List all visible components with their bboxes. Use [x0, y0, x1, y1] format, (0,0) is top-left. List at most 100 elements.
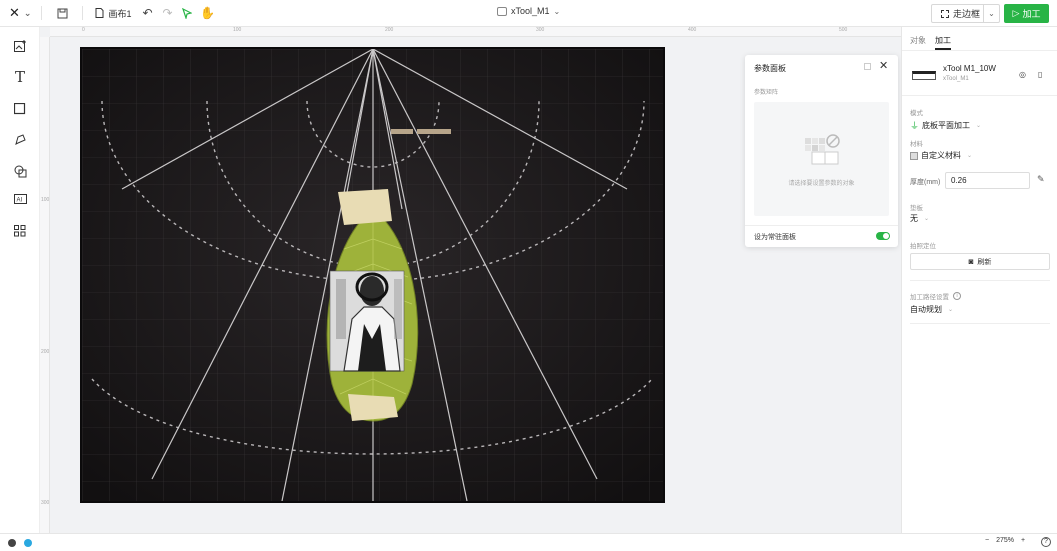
zoom-out-button[interactable]: −	[985, 537, 989, 544]
target-icon[interactable]: ◎	[1019, 70, 1028, 79]
ruler-top: 0 100 200 300 400 500	[50, 27, 901, 37]
empty-selection-icon	[805, 134, 840, 165]
mode-label: 模式	[910, 110, 923, 117]
masking-tape-top	[338, 189, 392, 225]
app-logo-menu[interactable]: ✕ ⌄	[9, 5, 31, 21]
canvas-name-tab[interactable]: 画布1	[95, 7, 131, 20]
frame-button[interactable]: 走边框	[932, 5, 984, 22]
connection-status-icon[interactable]	[24, 539, 32, 547]
parameter-panel-title: 参数面板	[754, 64, 786, 73]
process-button[interactable]: ▷ 加工	[1004, 4, 1049, 23]
machine-thumbnail	[912, 71, 936, 80]
ai-tool-icon[interactable]: AI	[10, 190, 30, 210]
ruler-tick: 200	[385, 27, 394, 33]
ruler-tick: 300	[536, 27, 545, 33]
clipboard-icon[interactable]: ▯	[1038, 70, 1047, 79]
thickness-input[interactable]: 0.26	[945, 172, 1030, 189]
empty-hint-text: 请选择要设置参数的对象	[788, 181, 855, 187]
components-tool-icon[interactable]	[10, 221, 30, 241]
chevron-down-icon: ⌄	[967, 153, 973, 159]
pin-panel-icon[interactable]	[864, 63, 871, 70]
mode-select[interactable]: ⏚ 底板平面加工 ⌄	[910, 119, 981, 132]
camera-position-label: 拍照定位	[910, 243, 936, 250]
parameter-empty-state: 请选择要设置参数的对象	[754, 102, 889, 216]
info-icon[interactable]: i	[953, 292, 961, 300]
parameter-matrix-label: 参数矩阵	[754, 90, 779, 96]
save-icon[interactable]	[52, 3, 72, 23]
select-arrow-icon[interactable]	[177, 3, 197, 23]
ruler-tick: 100	[41, 197, 50, 203]
pin-panel-toggle-label: 设为常驻面板	[754, 234, 796, 241]
divider	[745, 225, 898, 226]
chevron-down-icon: ⌄	[988, 9, 995, 18]
path-settings-select[interactable]: 自动规划 ⌄	[910, 304, 953, 315]
machine-info: xTool M1_10W xTool_M1 ◎ ▯	[902, 51, 1057, 96]
pen-tool-icon[interactable]	[10, 130, 30, 150]
zoom-control: − 275% +	[985, 537, 1025, 544]
pin-panel-toggle[interactable]	[876, 232, 890, 240]
ruler-tick: 0	[82, 27, 85, 33]
device-selector[interactable]: xTool_M1 ⌄	[497, 6, 560, 16]
tab-object[interactable]: 对象	[910, 35, 926, 46]
chevron-down-icon: ⌄	[948, 307, 954, 313]
divider	[41, 6, 43, 20]
ruler-left: 100 200 300	[40, 37, 50, 533]
material-swatch-icon	[910, 151, 918, 160]
chevron-down-icon: ⌄	[553, 6, 561, 16]
shapes-tool-icon[interactable]	[10, 161, 30, 181]
top-bar: ✕ ⌄ 画布1 ↶ ↷ ✋ xTool_M1 ⌄ 走边框 ⌄ ▷ 加工	[0, 0, 1057, 27]
frame-dropdown-button[interactable]: ⌄	[984, 9, 999, 18]
material-label: 材料	[910, 141, 923, 148]
right-panel: 对象 加工 xTool M1_10W xTool_M1 ◎ ▯ 模式 ⏚ 底板平…	[901, 27, 1057, 533]
close-icon[interactable]: ✕	[879, 59, 888, 72]
refresh-button[interactable]: ◙ 刷新	[910, 253, 1050, 270]
active-tab-indicator	[935, 48, 951, 50]
process-button-label: 加工	[1022, 9, 1041, 19]
left-toolbar: T AI	[0, 27, 40, 533]
hand-pan-icon[interactable]: ✋	[197, 3, 217, 23]
svg-text:AI: AI	[16, 198, 22, 204]
engraving-photo-object[interactable]	[329, 270, 405, 372]
ruler-tick: 300	[41, 500, 50, 506]
flat-bed-icon: ⏚	[910, 121, 920, 131]
camera-icon: ◙	[968, 257, 974, 266]
frame-icon	[941, 9, 949, 18]
chevron-down-icon: ⌄	[976, 123, 982, 129]
device-name: xTool_M1	[511, 6, 550, 16]
layers-icon[interactable]	[8, 539, 16, 547]
masking-tape-bottom	[348, 394, 398, 421]
machine-name: xTool M1_10W	[943, 64, 996, 73]
divider	[910, 280, 1050, 281]
laser-bed-photo	[82, 49, 663, 501]
machine-model: xTool_M1	[943, 76, 969, 82]
ruler-tick: 500	[839, 27, 848, 33]
fixture-select[interactable]: 无 ⌄	[910, 213, 929, 224]
help-icon[interactable]: ?	[1041, 537, 1051, 547]
right-panel-tabs: 对象 加工	[902, 27, 1057, 51]
pencil-edit-icon[interactable]: ✎	[1037, 174, 1045, 185]
chevron-down-icon: ⌄	[23, 7, 32, 18]
text-tool-icon[interactable]: T	[10, 67, 30, 87]
bottom-bar: − 275% + ?	[0, 533, 1057, 551]
refresh-button-label: 刷新	[977, 258, 992, 266]
undo-icon[interactable]: ↶	[137, 3, 157, 23]
play-icon: ▷	[1012, 8, 1020, 18]
rectangle-tool-icon[interactable]	[10, 99, 30, 119]
frame-button-label: 走边框	[953, 9, 981, 19]
file-icon	[95, 8, 104, 18]
zoom-value[interactable]: 275%	[996, 537, 1014, 544]
device-icon	[497, 6, 507, 16]
divider	[910, 323, 1050, 324]
zoom-in-button[interactable]: +	[1021, 537, 1025, 544]
frame-button-group: 走边框 ⌄	[931, 4, 1000, 23]
canvas-name-label: 画布1	[108, 8, 132, 19]
chevron-down-icon: ⌄	[924, 216, 930, 222]
material-select[interactable]: 自定义材料 ⌄	[910, 150, 972, 161]
ruler-tick: 200	[41, 349, 50, 355]
add-image-icon[interactable]	[10, 36, 30, 56]
camera-background-image	[80, 47, 665, 503]
xtool-logo-icon: ✕	[9, 5, 20, 20]
redo-icon[interactable]: ↷	[157, 3, 177, 23]
path-settings-value: 自动规划	[910, 305, 942, 314]
tab-process[interactable]: 加工	[935, 35, 951, 46]
